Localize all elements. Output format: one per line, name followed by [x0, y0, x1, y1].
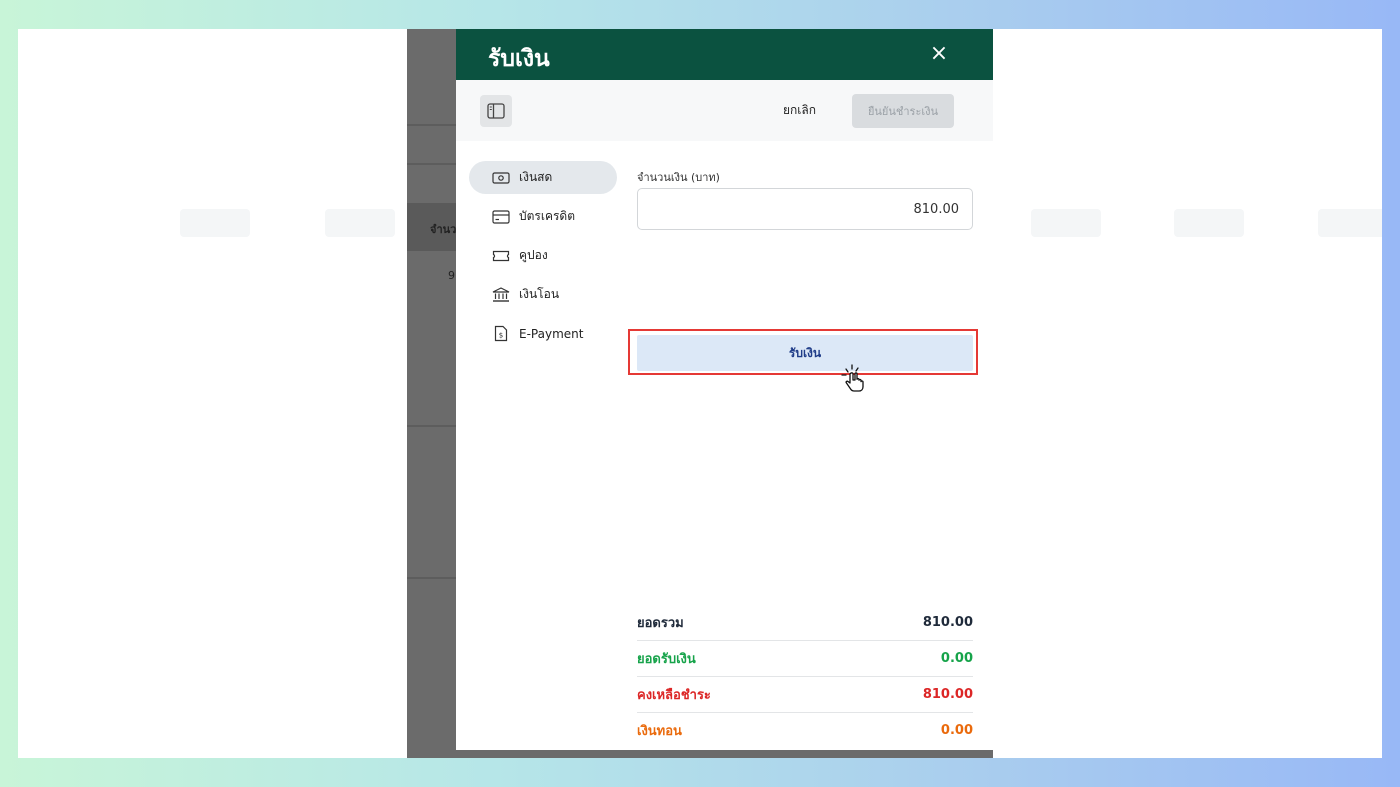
bank-icon: [491, 286, 511, 304]
drawer-header: รับเงิน ×: [456, 29, 993, 80]
background-placeholder: [1318, 209, 1382, 237]
cash-icon: [491, 169, 511, 187]
screenshot-frame: จำนว 9 รับเงิน × ยกเลิก ยืนยันชำระเงิน เ…: [18, 29, 1382, 758]
background-placeholder: [1174, 209, 1244, 237]
receive-payment-button[interactable]: รับเงิน: [637, 335, 973, 371]
background-placeholder: [325, 209, 395, 237]
modal-backdrop[interactable]: จำนว 9: [407, 29, 456, 750]
backdrop-divider: [407, 425, 456, 427]
coupon-icon: [491, 247, 511, 265]
method-label: คูปอง: [519, 248, 548, 262]
method-coupon[interactable]: คูปอง: [469, 239, 617, 272]
summary-change-label: เงินทอน: [637, 724, 682, 739]
modal-backdrop-bottom: [407, 750, 993, 758]
e-payment-icon: $: [491, 325, 511, 343]
panel-toggle-button[interactable]: [480, 95, 512, 127]
background-placeholder: [1031, 209, 1101, 237]
close-icon[interactable]: ×: [927, 42, 951, 66]
backdrop-divider: [407, 163, 456, 165]
method-bank-transfer[interactable]: เงินโอน: [469, 278, 617, 311]
cancel-button[interactable]: ยกเลิก: [783, 101, 816, 120]
backdrop-divider: [407, 124, 456, 126]
summary-remaining-value: 810.00: [922, 687, 973, 702]
sidebar-panel-icon: [487, 103, 505, 119]
summary-remaining-row: คงเหลือชำระ 810.00: [637, 677, 973, 713]
summary-change-row: เงินทอน 0.00: [637, 713, 973, 748]
summary-total-value: 810.00: [922, 615, 973, 630]
method-credit-card[interactable]: บัตรเครดิต: [469, 200, 617, 233]
method-cash[interactable]: เงินสด: [469, 161, 617, 194]
summary-change-value: 0.00: [940, 723, 973, 738]
amount-label: จำนวนเงิน (บาท): [637, 171, 720, 184]
method-label: บัตรเครดิต: [519, 209, 576, 223]
summary-received-row: ยอดรับเงิน 0.00: [637, 641, 973, 677]
summary-total-row: ยอดรวม 810.00: [637, 605, 973, 641]
background-cell: 9: [448, 269, 455, 282]
backdrop-divider: [407, 577, 456, 579]
method-label: E-Payment: [519, 326, 584, 341]
credit-card-icon: [491, 208, 511, 226]
svg-text:$: $: [499, 332, 503, 340]
payment-summary: ยอดรวม 810.00 ยอดรับเงิน 0.00 คงเหลือชำร…: [637, 605, 973, 748]
amount-input[interactable]: [637, 188, 973, 230]
drawer-toolbar: ยกเลิก ยืนยันชำระเงิน: [456, 80, 993, 141]
method-e-payment[interactable]: $ E-Payment: [469, 317, 617, 350]
method-label: เงินโอน: [519, 287, 560, 301]
background-column-header: จำนว: [430, 223, 456, 236]
summary-total-label: ยอดรวม: [637, 616, 684, 631]
payment-drawer: รับเงิน × ยกเลิก ยืนยันชำระเงิน เงินสด บ…: [456, 29, 993, 750]
confirm-payment-button[interactable]: ยืนยันชำระเงิน: [852, 94, 954, 128]
hand-pointer-icon: [841, 364, 864, 392]
drawer-title: รับเงิน: [488, 46, 550, 72]
summary-received-label: ยอดรับเงิน: [637, 652, 696, 667]
summary-remaining-label: คงเหลือชำระ: [637, 688, 711, 703]
summary-received-value: 0.00: [940, 651, 973, 666]
method-label: เงินสด: [519, 170, 553, 184]
background-placeholder: [180, 209, 250, 237]
payment-method-list: เงินสด บัตรเครดิต คูปอง เงินโอน $ E-Paym…: [469, 161, 617, 356]
